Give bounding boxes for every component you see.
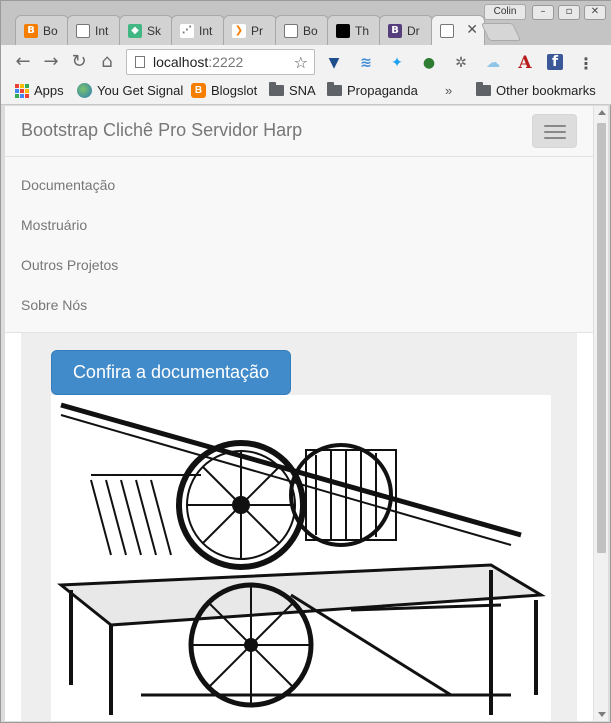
blogger-icon: B <box>191 83 206 98</box>
close-tab-icon[interactable]: ✕ <box>466 22 478 38</box>
bookmark-label: Apps <box>34 83 64 98</box>
tab-label: Sk <box>147 23 162 38</box>
menu-item-documentacao[interactable]: Documentação <box>21 177 115 193</box>
cloud-extension-icon[interactable]: ☁ <box>484 54 502 72</box>
tab-1[interactable]: Int <box>67 15 121 45</box>
bookmark-label: Propaganda <box>347 83 418 98</box>
bookmark-label: You Get Signal <box>97 83 184 98</box>
blogger-icon: B <box>24 23 38 38</box>
tab-label: Th <box>355 23 370 38</box>
printing-press-illustration <box>56 402 546 715</box>
site-navbar: Bootstrap Clichê Pro Servidor Harp <box>5 106 593 157</box>
tab-label: Int <box>95 23 109 38</box>
menu-dots-icon[interactable]: ⋮ <box>577 54 595 73</box>
facebook-extension-icon[interactable]: f <box>547 54 563 70</box>
scroll-up-icon[interactable] <box>598 110 606 115</box>
page-info-icon[interactable] <box>135 56 145 68</box>
jumbotron: Confira a documentação <box>21 333 577 721</box>
tab-label: Bo <box>303 23 318 38</box>
scroll-thumb[interactable] <box>597 123 606 553</box>
bookmark-sna[interactable]: SNA <box>269 82 316 98</box>
black-square-icon <box>336 23 350 38</box>
navbar-brand[interactable]: Bootstrap Clichê Pro Servidor Harp <box>21 120 302 141</box>
font-extension-icon[interactable]: A <box>516 53 534 73</box>
tab-label: Pr <box>251 23 263 38</box>
code-icon: ❯ <box>232 23 246 38</box>
menu-item-mostruario[interactable]: Mostruário <box>21 217 87 233</box>
diagram-icon: ⋰ <box>180 23 194 38</box>
minimize-button[interactable]: – <box>532 5 554 20</box>
bookmarks-bar: Apps You Get Signal B Blogslot SNA Propa… <box>1 79 611 105</box>
close-window-button[interactable]: ✕ <box>584 5 606 20</box>
home-icon[interactable]: ⌂ <box>97 53 117 71</box>
page-icon <box>284 23 298 38</box>
bookmark-label: Blogslot <box>211 83 258 98</box>
tab-4[interactable]: ❯ Pr <box>223 15 277 45</box>
apps-grid-icon <box>15 83 29 98</box>
bookmarks-overflow-button[interactable]: » <box>445 83 452 98</box>
page-icon <box>76 23 90 38</box>
vimeo-extension-icon[interactable]: ▼ <box>325 54 343 72</box>
globe-icon <box>77 83 92 98</box>
bookmark-label: SNA <box>289 83 316 98</box>
navbar-menu: Documentação Mostruário Outros Projetos … <box>5 157 593 333</box>
other-bookmarks[interactable]: Other bookmarks <box>476 82 596 98</box>
tab-0[interactable]: B Bo <box>15 15 69 45</box>
address-port: :2222 <box>208 54 244 70</box>
bookmark-blogslot[interactable]: B Blogslot <box>191 83 257 98</box>
folder-icon <box>476 82 491 96</box>
page-scrollbar[interactable] <box>593 106 608 721</box>
bookmark-propaganda[interactable]: Propaganda <box>327 82 418 98</box>
settings-extension-icon[interactable]: ✲ <box>452 54 470 72</box>
feedly-extension-icon[interactable]: ● <box>420 54 438 72</box>
tab-label: Bo <box>43 23 58 38</box>
tab-8-active[interactable]: ✕ <box>431 15 485 46</box>
maximize-button[interactable]: ▫ <box>558 5 580 20</box>
page-viewport: Bootstrap Clichê Pro Servidor Harp Docum… <box>5 106 593 721</box>
docker-extension-icon[interactable]: ≋ <box>357 54 375 72</box>
printing-press-image <box>51 395 551 721</box>
tab-7[interactable]: B Dr <box>379 15 433 45</box>
tab-2[interactable]: ◆ Sk <box>119 15 173 45</box>
other-bookmarks-label: Other bookmarks <box>496 83 596 98</box>
scroll-down-icon[interactable] <box>598 712 606 717</box>
back-arrow-icon[interactable]: ← <box>13 53 33 71</box>
tab-strip: B Bo Int ◆ Sk ⋰ Int ❯ Pr Bo Th B Dr ✕ Co… <box>1 1 611 46</box>
folder-icon <box>327 82 342 96</box>
page-icon <box>440 24 454 38</box>
menu-item-outros-projetos[interactable]: Outros Projetos <box>21 257 118 273</box>
profile-button[interactable]: Colin <box>484 4 526 20</box>
tab-label: Dr <box>407 23 420 38</box>
bookmark-apps[interactable]: Apps <box>15 83 64 98</box>
hamburger-icon <box>544 125 566 127</box>
tab-3[interactable]: ⋰ Int <box>171 15 225 45</box>
address-host: localhost <box>153 54 209 70</box>
bootstrap-icon: B <box>388 23 402 38</box>
navbar-toggle-button[interactable] <box>532 114 577 148</box>
tab-5[interactable]: Bo <box>275 15 329 45</box>
browser-window: B Bo Int ◆ Sk ⋰ Int ❯ Pr Bo Th B Dr ✕ Co… <box>0 0 611 723</box>
folder-icon <box>269 82 284 96</box>
browser-toolbar: ← → ↻ ⌂ localhost:2222 ☆ ▼ ≋ ✦ ● ✲ ☁ A f… <box>1 45 611 79</box>
new-tab-button[interactable] <box>480 23 522 41</box>
reload-icon[interactable]: ↻ <box>69 53 89 71</box>
tab-6[interactable]: Th <box>327 15 381 45</box>
menu-item-sobre-nos[interactable]: Sobre Nós <box>21 297 87 313</box>
twitter-extension-icon[interactable]: ✦ <box>388 54 406 72</box>
address-bar[interactable]: localhost:2222 ☆ <box>126 49 315 75</box>
tab-label: Int <box>199 23 213 38</box>
docs-button[interactable]: Confira a documentação <box>51 350 291 395</box>
vue-icon: ◆ <box>128 23 142 38</box>
bookmark-star-icon[interactable]: ☆ <box>294 53 308 72</box>
bookmark-you-get-signal[interactable]: You Get Signal <box>77 83 183 98</box>
forward-arrow-icon[interactable]: → <box>41 53 61 71</box>
